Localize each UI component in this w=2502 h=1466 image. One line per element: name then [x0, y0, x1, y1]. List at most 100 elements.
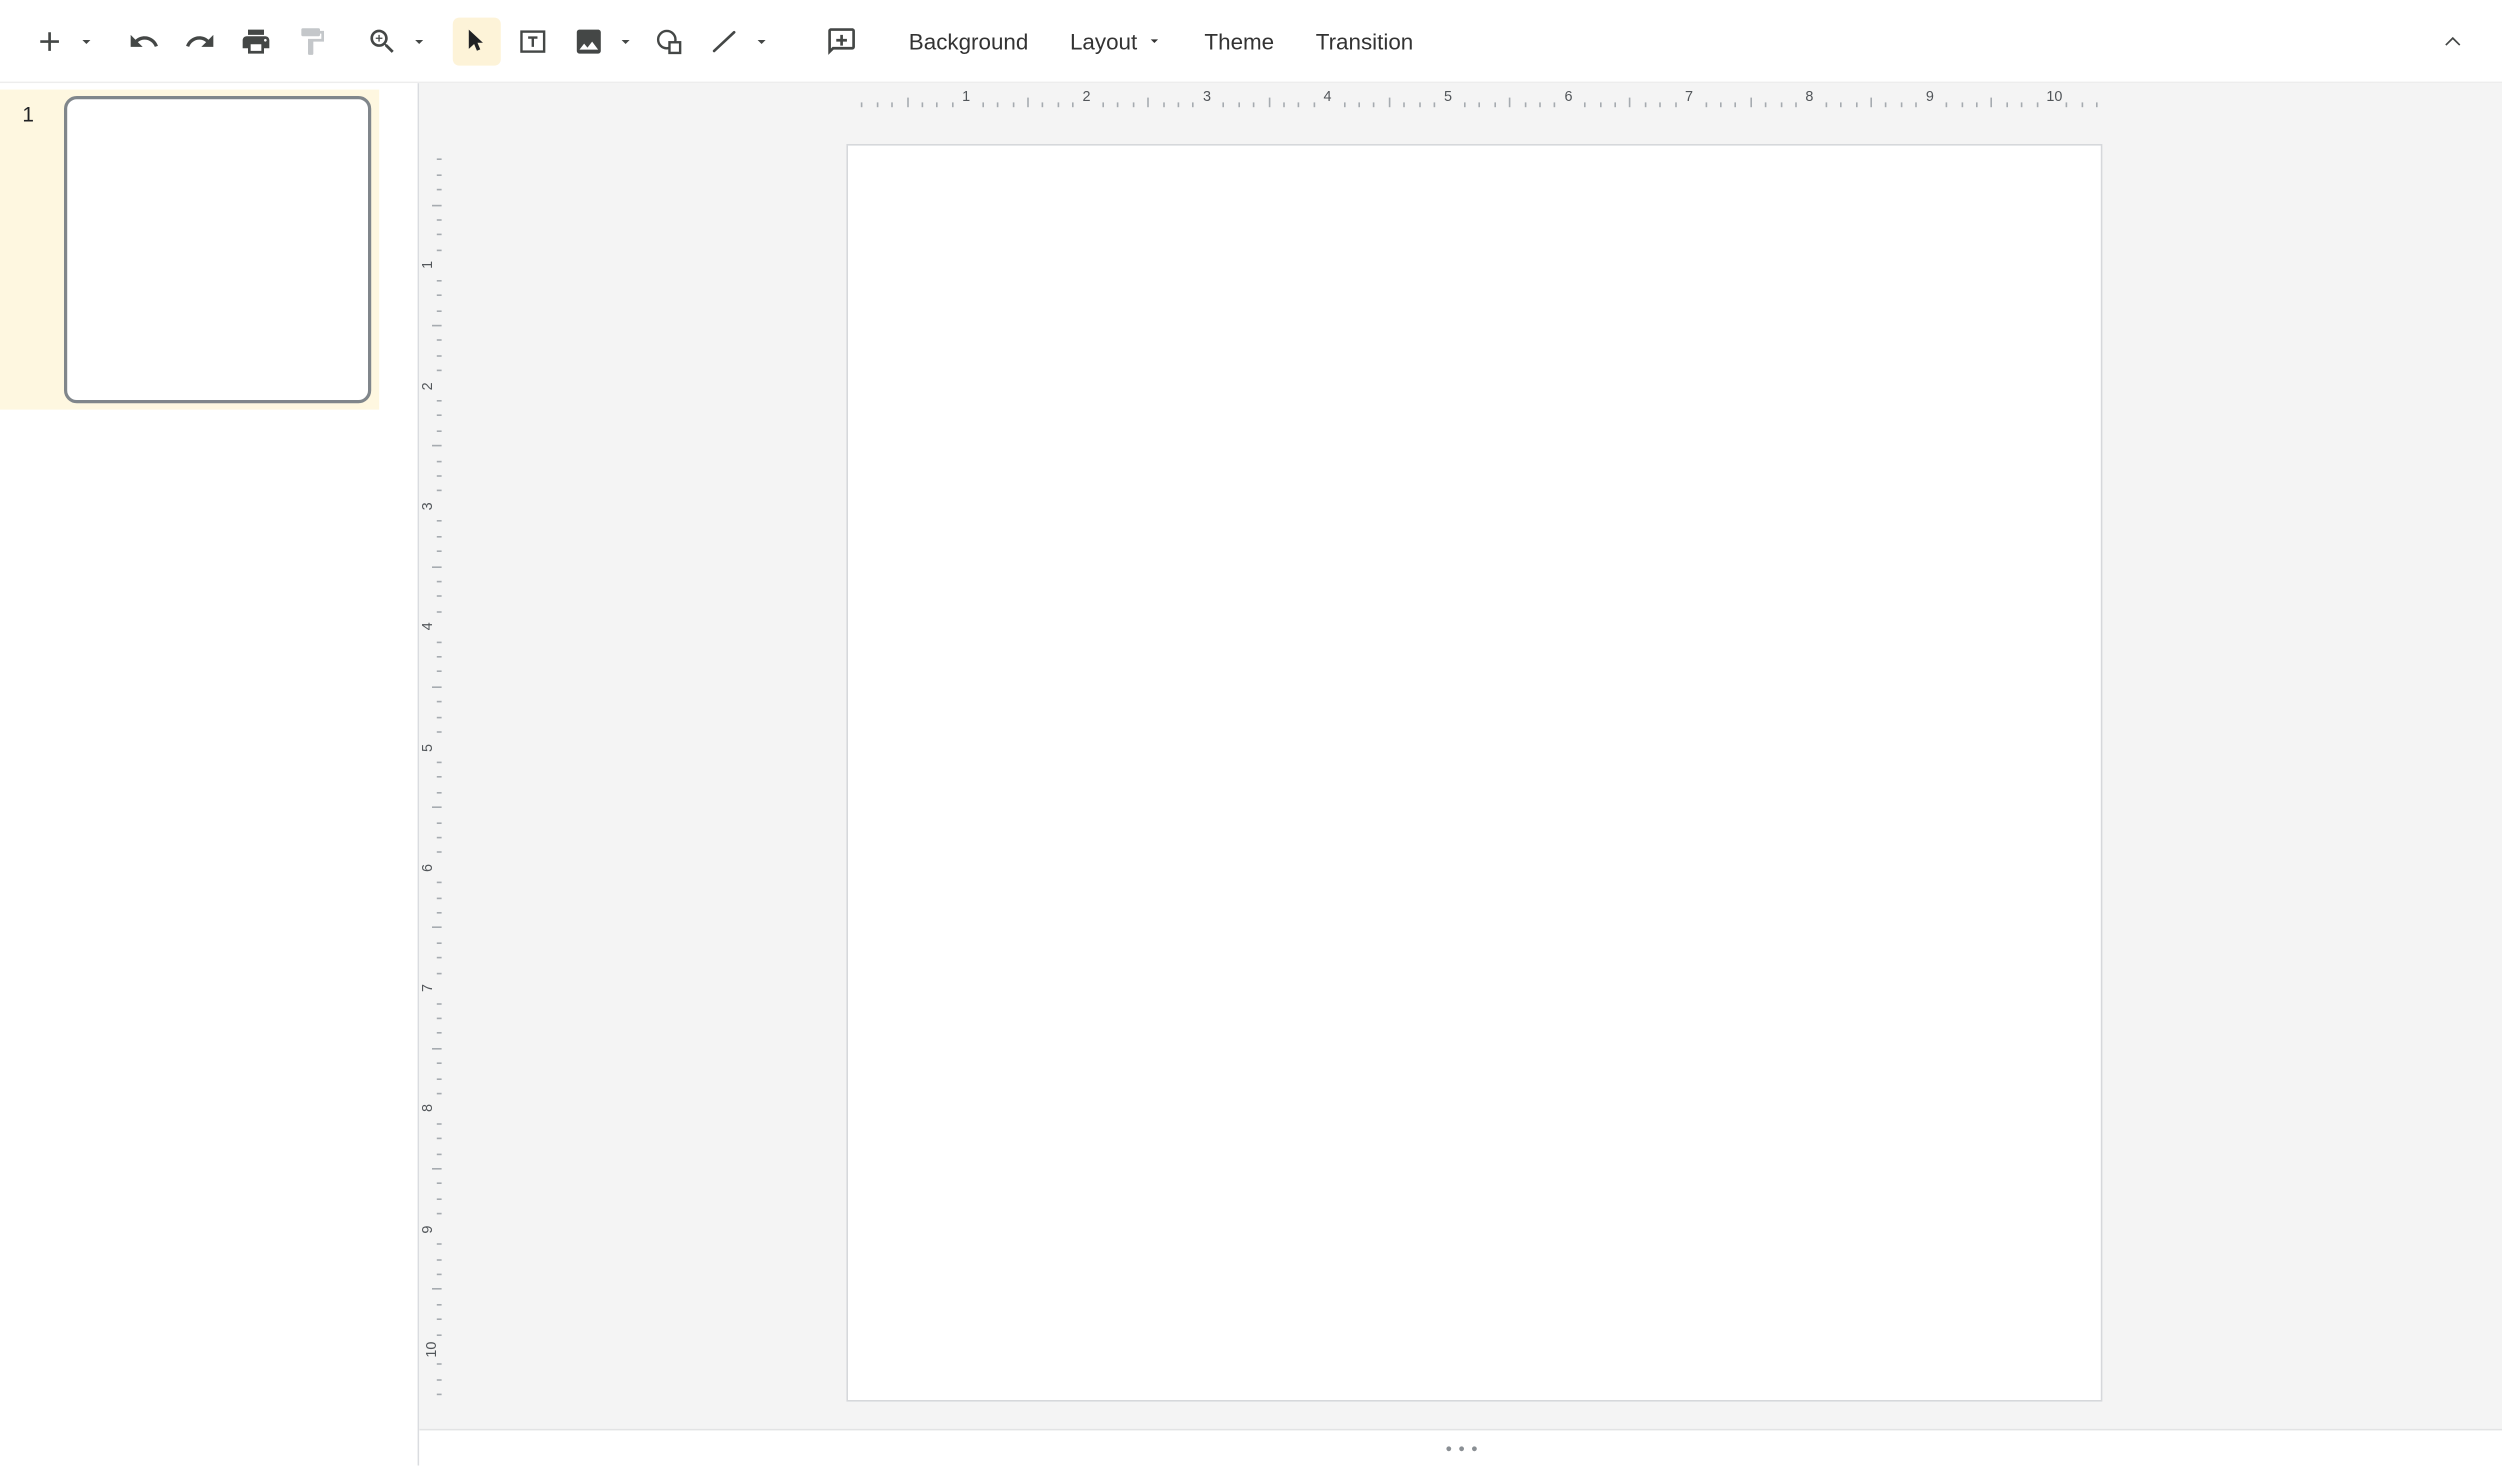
ruler-tick — [1720, 102, 1722, 107]
select-tool-button[interactable] — [453, 17, 501, 65]
ruler-tick — [1539, 102, 1541, 107]
ruler-tick — [437, 159, 442, 161]
textbox-tool-button[interactable] — [509, 17, 557, 65]
ruler-tick — [437, 174, 442, 176]
ruler-tick — [437, 882, 442, 884]
layout-button[interactable]: Layout — [1054, 17, 1179, 65]
ruler-tick — [437, 837, 442, 839]
v-ruler-number: 8 — [421, 1105, 435, 1113]
ruler-tick — [437, 1243, 442, 1245]
transition-button[interactable]: Transition — [1300, 17, 1430, 65]
add-comment-button[interactable] — [818, 17, 866, 65]
ruler-tick — [437, 792, 442, 794]
slide-row-selected[interactable]: 1 — [0, 90, 379, 410]
undo-button[interactable] — [120, 17, 168, 65]
editor-body: 1 12345678910 12345678910 — [0, 83, 2502, 1465]
vertical-ruler: 12345678910 — [419, 144, 446, 1402]
ruler-tick — [1253, 102, 1255, 107]
v-ruler-number: 4 — [421, 623, 435, 631]
toolbar: Background Layout Theme Transition — [0, 0, 2502, 83]
ruler-tick — [437, 1153, 442, 1155]
ruler-tick — [437, 1304, 442, 1306]
zoom-button[interactable] — [358, 17, 406, 65]
ruler-tick — [437, 430, 442, 432]
ruler-tick — [437, 1093, 442, 1095]
transition-button-label: Transition — [1316, 28, 1414, 54]
ruler-tick — [1102, 102, 1104, 107]
ruler-tick — [1163, 102, 1165, 107]
ruler-tick — [437, 656, 442, 658]
ruler-tick — [1735, 102, 1737, 107]
print-button[interactable] — [232, 17, 280, 65]
h-ruler-number: 7 — [1685, 90, 1693, 104]
ruler-tick — [437, 1063, 442, 1065]
ruler-tick — [1404, 102, 1406, 107]
ruler-tick — [2006, 102, 2008, 107]
ruler-tick — [2021, 102, 2023, 107]
ruler-tick — [1946, 102, 1948, 107]
zoom-icon — [366, 25, 398, 57]
ruler-tick — [1765, 102, 1767, 107]
ruler-tick — [1389, 98, 1391, 108]
ruler-tick — [952, 102, 954, 107]
ruler-tick — [437, 1258, 442, 1260]
ruler-tick — [1223, 102, 1225, 107]
speaker-notes-splitter[interactable] — [419, 1429, 2502, 1466]
zoom-dropdown[interactable] — [406, 17, 430, 65]
ruler-tick — [437, 1364, 442, 1366]
ruler-tick — [437, 1334, 442, 1336]
paint-format-icon — [296, 25, 328, 57]
ruler-tick — [907, 98, 909, 108]
slide-filmstrip: 1 — [0, 83, 419, 1465]
insert-image-button[interactable] — [565, 17, 613, 65]
ruler-tick — [437, 1394, 442, 1396]
textbox-icon — [517, 25, 549, 57]
ruler-tick — [437, 1198, 442, 1200]
ruler-tick — [1584, 102, 1586, 107]
ruler-tick — [432, 927, 442, 929]
ruler-tick — [1554, 102, 1556, 107]
v-ruler-number: 5 — [421, 743, 435, 751]
ruler-tick — [2081, 102, 2083, 107]
ruler-tick — [1494, 102, 1496, 107]
ruler-tick — [437, 852, 442, 854]
h-ruler-number: 4 — [1324, 90, 1332, 104]
ruler-tick — [2036, 102, 2038, 107]
layout-button-label: Layout — [1070, 28, 1137, 54]
background-button[interactable]: Background — [893, 17, 1045, 65]
line-icon — [709, 25, 741, 57]
ruler-tick — [1238, 102, 1240, 107]
hide-menus-button[interactable] — [2429, 17, 2477, 65]
notes-drag-handle-icon[interactable] — [1446, 1446, 1476, 1451]
ruler-tick — [1901, 102, 1903, 107]
v-ruler-number: 1 — [421, 261, 435, 269]
h-ruler-number: 9 — [1926, 90, 1934, 104]
chevron-down-icon — [615, 31, 634, 50]
ruler-tick — [1855, 102, 1857, 107]
slide-canvas[interactable] — [846, 144, 2102, 1402]
ruler-tick — [1193, 102, 1195, 107]
slide-thumbnail[interactable] — [64, 96, 371, 403]
theme-button[interactable]: Theme — [1188, 17, 1290, 65]
v-ruler-number: 10 — [425, 1342, 439, 1358]
ruler-tick — [432, 1168, 442, 1170]
insert-line-dropdown[interactable] — [749, 17, 773, 65]
chevron-down-icon — [76, 31, 95, 50]
ruler-tick — [437, 942, 442, 944]
ruler-tick — [437, 1138, 442, 1140]
redo-button[interactable] — [176, 17, 224, 65]
workspace: 12345678910 12345678910 — [419, 83, 2502, 1465]
horizontal-ruler: 12345678910 — [846, 83, 2104, 112]
ruler-tick — [982, 102, 984, 107]
ruler-tick — [437, 234, 442, 236]
new-slide-dropdown[interactable] — [74, 17, 98, 65]
insert-shape-button[interactable] — [645, 17, 693, 65]
insert-image-dropdown[interactable] — [613, 17, 637, 65]
ruler-tick — [1042, 102, 1044, 107]
ruler-tick — [1916, 102, 1918, 107]
ruler-tick — [1434, 102, 1436, 107]
insert-line-button[interactable] — [701, 17, 749, 65]
new-slide-button[interactable] — [26, 17, 74, 65]
chevron-down-icon — [1145, 32, 1163, 50]
paint-format-button[interactable] — [288, 17, 336, 65]
